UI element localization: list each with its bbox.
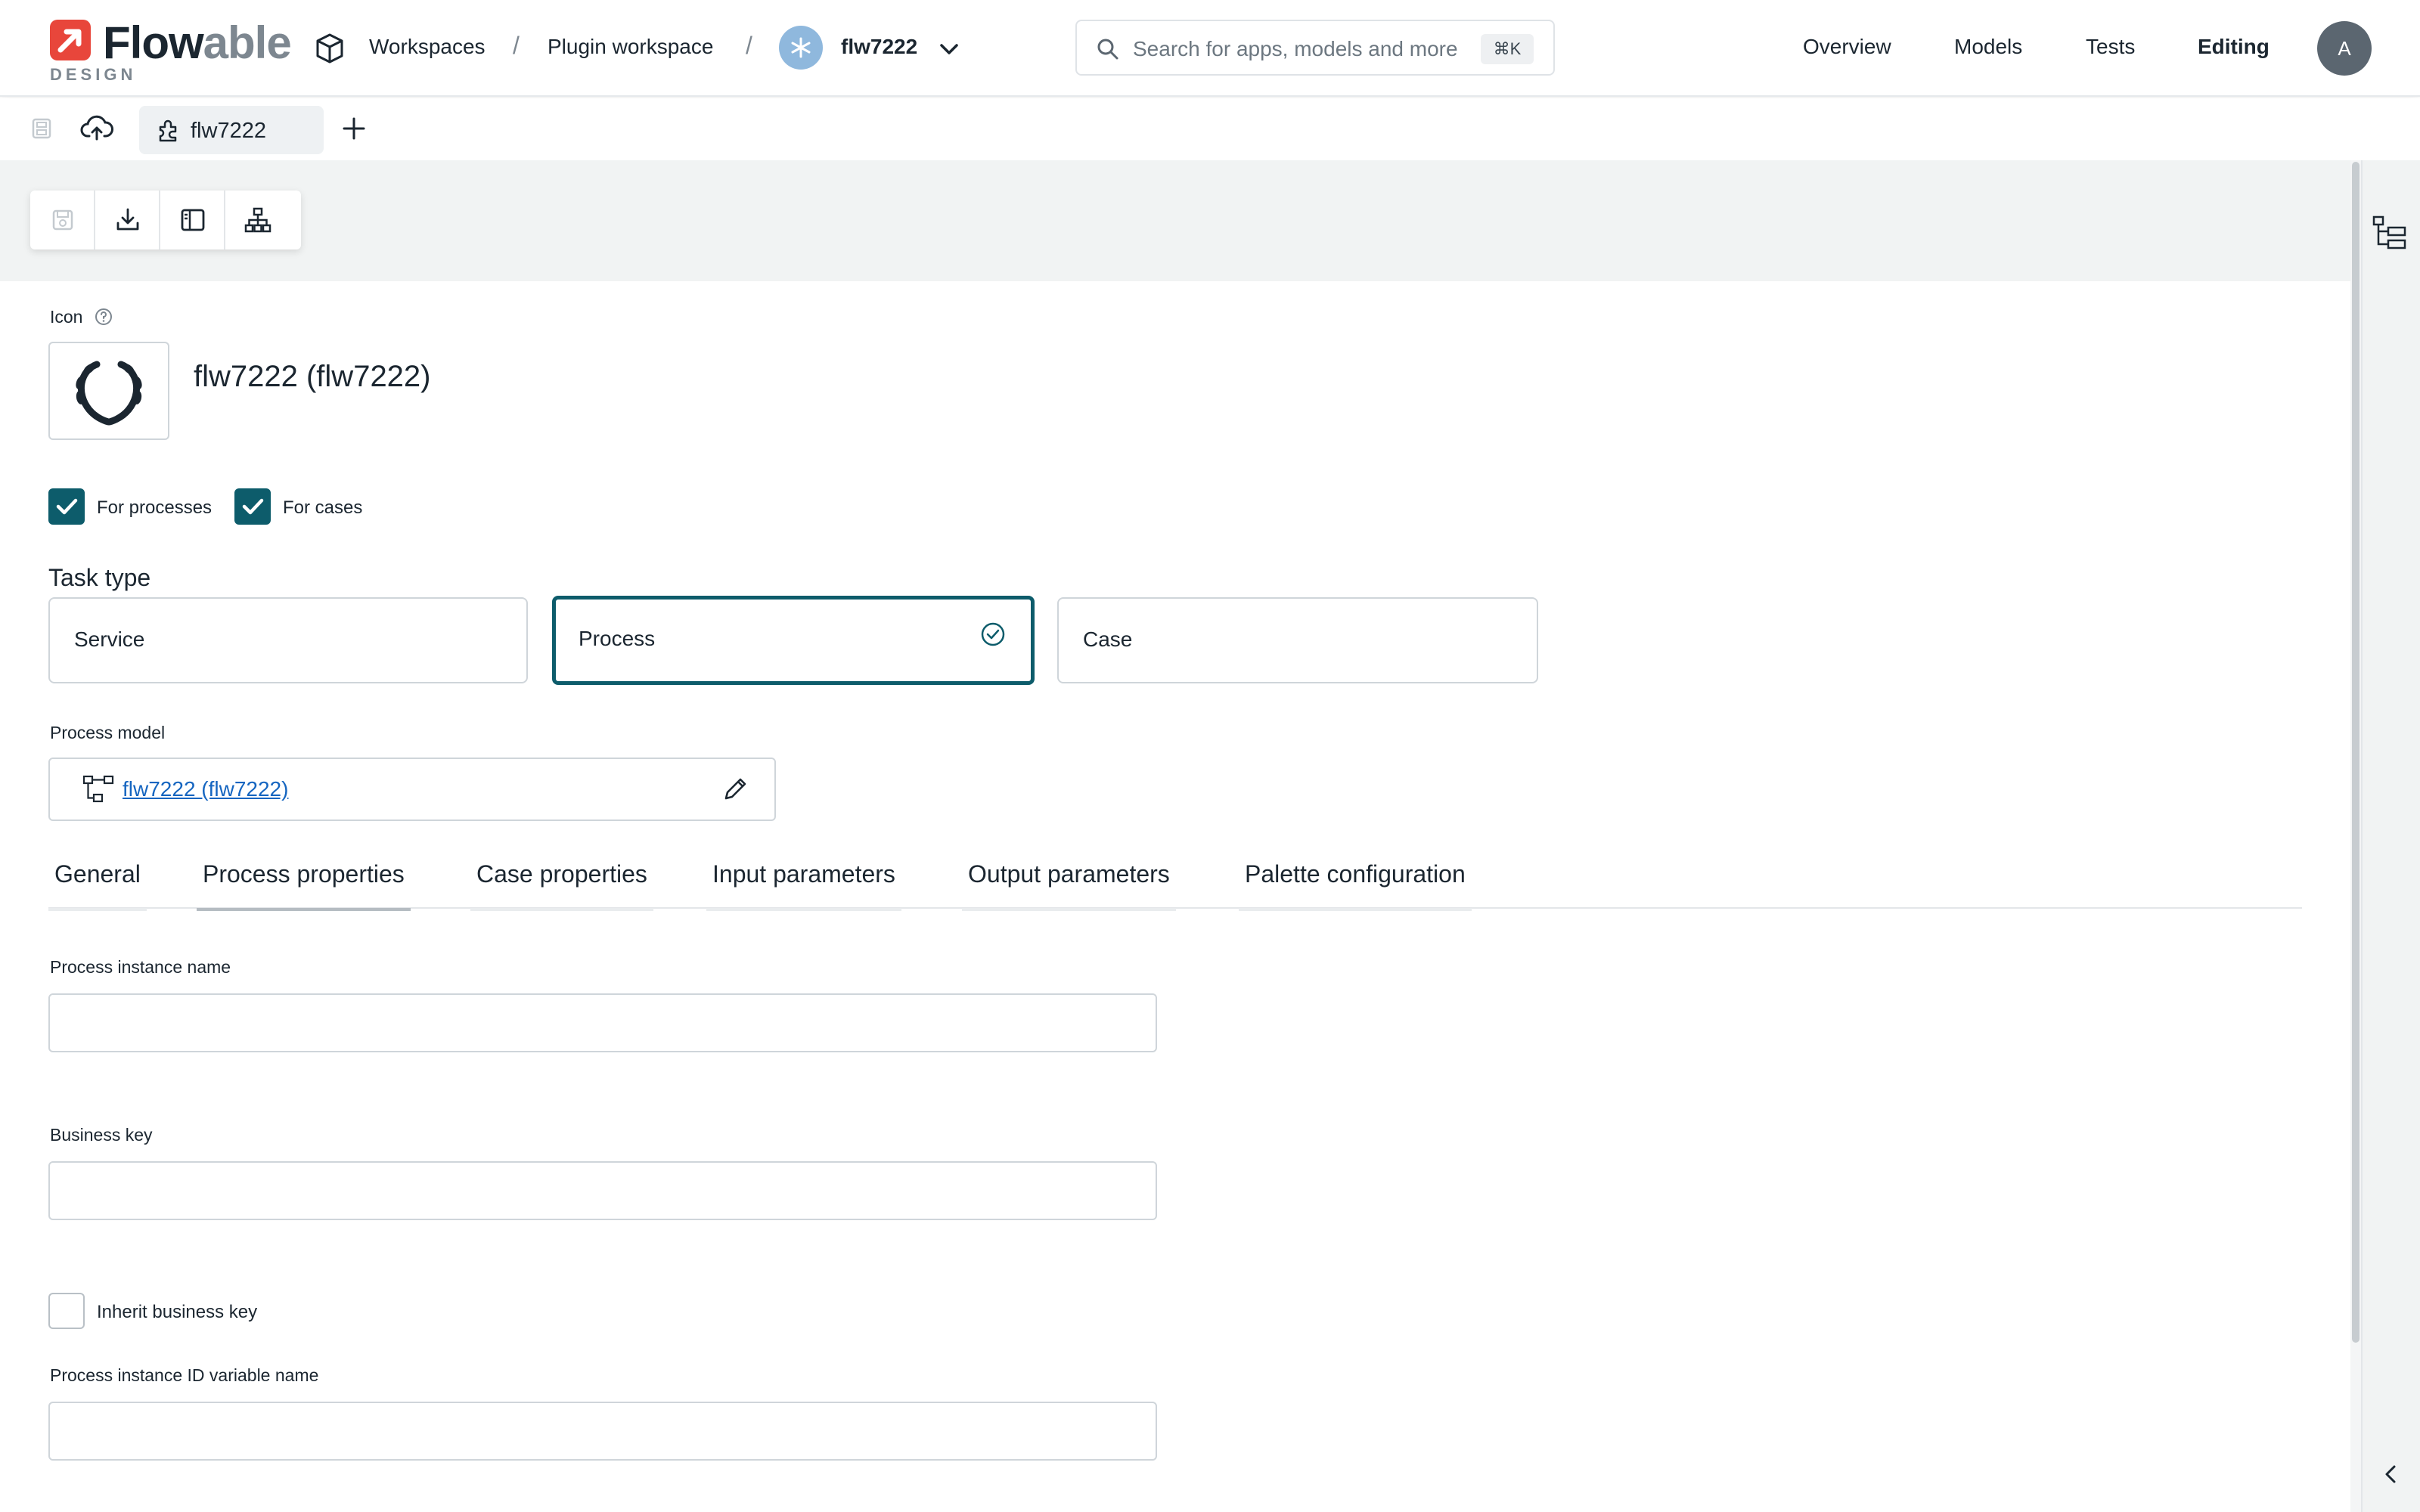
chevron-left-icon[interactable] bbox=[2381, 1464, 2402, 1485]
nav-tests[interactable]: Tests bbox=[2086, 35, 2135, 59]
download-icon bbox=[116, 208, 139, 231]
logo-subtitle: DESIGN bbox=[50, 65, 137, 84]
process-model-field: flw7222 (flw7222) bbox=[48, 758, 776, 821]
process-model-icon bbox=[82, 775, 114, 803]
process-model-label: Process model bbox=[50, 723, 166, 742]
canvas-toolbar bbox=[30, 191, 301, 249]
business-key-label: Business key bbox=[50, 1125, 153, 1145]
toggle-panel-button[interactable] bbox=[160, 191, 225, 249]
flowable-logo[interactable]: Flowable DESIGN bbox=[48, 17, 292, 85]
business-key-input[interactable] bbox=[48, 1161, 1157, 1220]
breadcrumb-separator: / bbox=[513, 32, 520, 59]
task-type-service[interactable]: Service bbox=[48, 597, 528, 683]
task-type-label: Task type bbox=[48, 564, 151, 591]
breadcrumb-app[interactable]: flw7222 bbox=[841, 35, 917, 59]
canvas-area bbox=[0, 160, 2350, 281]
cube-icon bbox=[316, 33, 343, 64]
tab-palette-configuration[interactable]: Palette configuration bbox=[1239, 860, 1472, 911]
nav-overview[interactable]: Overview bbox=[1803, 35, 1891, 59]
logo-wordmark: Flowable bbox=[103, 17, 292, 68]
user-avatar[interactable]: A bbox=[2317, 21, 2372, 76]
sidebar-panel-icon bbox=[181, 209, 205, 231]
tab-input-parameters[interactable]: Input parameters bbox=[706, 860, 901, 911]
process-instance-id-input[interactable] bbox=[48, 1402, 1157, 1461]
save-all-icon[interactable] bbox=[29, 115, 56, 142]
save-button[interactable] bbox=[30, 191, 95, 249]
hierarchy-icon bbox=[244, 207, 271, 233]
app-avatar-icon bbox=[779, 26, 823, 70]
breadcrumb-separator: / bbox=[746, 32, 752, 59]
global-search[interactable]: Search for apps, models and more ⌘K bbox=[1075, 20, 1555, 76]
chevron-down-icon[interactable] bbox=[938, 38, 960, 60]
properties-tabs: General Process properties Case properti… bbox=[48, 856, 2302, 911]
plugin-icon bbox=[159, 119, 177, 142]
nav-models[interactable]: Models bbox=[1954, 35, 2022, 59]
hierarchy-button[interactable] bbox=[225, 191, 290, 249]
for-cases-label: For cases bbox=[283, 497, 363, 518]
save-icon bbox=[52, 209, 73, 231]
nav-editing[interactable]: Editing bbox=[2198, 35, 2270, 59]
flowable-logo-icon bbox=[50, 20, 91, 60]
scrollbar-thumb[interactable] bbox=[2352, 162, 2360, 1343]
process-instance-name-input[interactable] bbox=[48, 993, 1157, 1052]
check-icon bbox=[56, 498, 78, 515]
icon-label: Icon bbox=[50, 307, 83, 327]
for-processes-label: For processes bbox=[97, 497, 213, 518]
process-instance-id-label: Process instance ID variable name bbox=[50, 1365, 319, 1385]
inherit-business-key-checkbox[interactable] bbox=[48, 1293, 85, 1329]
search-icon bbox=[1097, 39, 1118, 60]
help-icon[interactable] bbox=[94, 307, 113, 327]
plugin-icon-picker[interactable] bbox=[48, 342, 169, 440]
tab-process-properties[interactable]: Process properties bbox=[197, 860, 411, 911]
right-rail bbox=[2361, 160, 2420, 1512]
pencil-icon[interactable] bbox=[720, 774, 750, 804]
process-instance-name-label: Process instance name bbox=[50, 957, 231, 977]
download-button[interactable] bbox=[95, 191, 160, 249]
task-type-service-label: Service bbox=[74, 627, 145, 651]
tab-output-parameters[interactable]: Output parameters bbox=[962, 860, 1176, 911]
inherit-business-key-label: Inherit business key bbox=[97, 1302, 258, 1322]
editor-tab-flw7222[interactable]: flw7222 bbox=[139, 106, 324, 154]
tab-general[interactable]: General bbox=[48, 860, 147, 911]
cloud-upload-icon[interactable] bbox=[80, 113, 113, 144]
task-type-process-label: Process bbox=[579, 627, 656, 650]
process-model-link[interactable]: flw7222 (flw7222) bbox=[123, 777, 288, 801]
breadcrumb-workspace[interactable]: Plugin workspace bbox=[548, 35, 713, 59]
breadcrumb-workspaces[interactable]: Workspaces bbox=[369, 35, 486, 59]
task-type-case-label: Case bbox=[1083, 627, 1133, 651]
laurel-wreath-icon bbox=[76, 361, 142, 426]
search-shortcut: ⌘K bbox=[1481, 34, 1534, 64]
search-input[interactable]: Search for apps, models and more bbox=[1133, 37, 1458, 61]
for-cases-checkbox[interactable] bbox=[234, 488, 271, 525]
editor-tab-label: flw7222 bbox=[191, 119, 266, 143]
task-type-case[interactable]: Case bbox=[1057, 597, 1538, 683]
for-processes-checkbox[interactable] bbox=[48, 488, 85, 525]
tab-case-properties[interactable]: Case properties bbox=[470, 860, 653, 911]
task-type-process[interactable]: Process bbox=[552, 596, 1035, 685]
structure-tree-icon[interactable] bbox=[2372, 215, 2408, 251]
plugin-title: flw7222 (flw7222) bbox=[194, 360, 431, 393]
check-icon bbox=[242, 498, 264, 515]
plus-icon[interactable] bbox=[340, 115, 368, 142]
check-circle-icon bbox=[981, 622, 1005, 646]
